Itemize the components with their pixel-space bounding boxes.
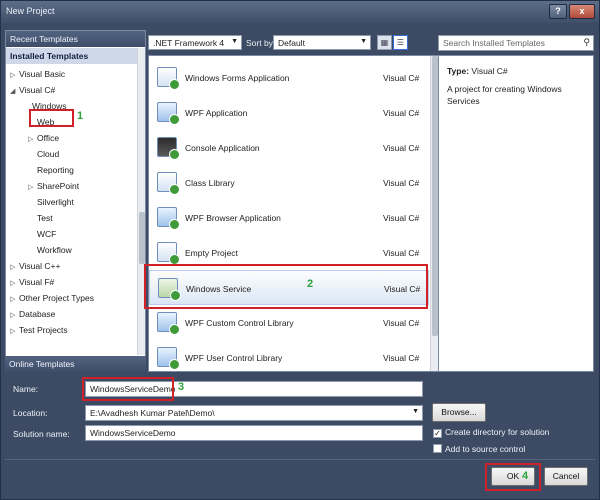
title-bar[interactable]: New Project ? x <box>1 1 599 23</box>
sort-dropdown[interactable]: Default ▼ <box>273 35 371 50</box>
template-row-class-library[interactable]: Class Library Visual C# <box>149 165 429 200</box>
chevron-down-icon: ▼ <box>360 38 367 45</box>
create-directory-checkbox[interactable]: ✓ Create directory for solution <box>433 427 549 438</box>
annotation-box-windows <box>29 109 74 127</box>
annotation-box-ok <box>485 463 541 491</box>
annotation-step-3: 3 <box>178 381 185 393</box>
tree-item-visual-fsharp[interactable]: ▷ Visual F# <box>10 274 54 290</box>
medium-icons-view-icon[interactable]: ▦ <box>377 35 392 50</box>
location-label: Location: <box>13 408 48 418</box>
tree-item-test[interactable]: Test <box>37 210 53 226</box>
search-icon[interactable]: ⚲ <box>583 37 590 48</box>
console-application-icon <box>157 137 180 160</box>
cancel-button[interactable]: Cancel <box>544 467 588 486</box>
tree-item-silverlight[interactable]: Silverlight <box>37 194 74 210</box>
tree-item-wcf[interactable]: WCF <box>37 226 56 242</box>
solution-name-input[interactable]: WindowsServiceDemo <box>85 425 423 441</box>
scrollbar-thumb[interactable] <box>139 212 145 264</box>
annotation-step-4: 4 <box>522 470 529 482</box>
search-input[interactable]: Search Installed Templates ⚲ <box>438 35 594 51</box>
template-row-wpf-user-control-library[interactable]: WPF User Control Library Visual C# <box>149 340 429 375</box>
chevron-down-icon: ▼ <box>231 38 238 45</box>
window-title: New Project <box>6 6 55 16</box>
name-label: Name: <box>13 384 39 394</box>
template-list: Windows Forms Application Visual C# WPF … <box>148 55 438 372</box>
solution-name-label: Solution name: <box>13 429 70 439</box>
annotation-step-2: 2 <box>307 278 314 290</box>
template-row-wpf-browser-application[interactable]: WPF Browser Application Visual C# <box>149 200 429 235</box>
class-library-icon <box>157 172 180 195</box>
template-description: A project for creating Windows Services <box>447 84 562 106</box>
template-row-windows-forms[interactable]: Windows Forms Application Visual C# <box>149 60 429 95</box>
template-row-wpf-application[interactable]: WPF Application Visual C# <box>149 95 429 130</box>
annotation-step-1: 1 <box>77 110 84 122</box>
checkbox-checked-icon[interactable]: ✓ <box>433 429 442 438</box>
template-type: Type: Visual C# <box>447 66 508 76</box>
checkbox-icon[interactable] <box>433 444 442 453</box>
wpf-custom-control-icon <box>157 312 180 335</box>
wpf-browser-application-icon <box>157 207 180 230</box>
list-view-icon[interactable]: ☰ <box>393 35 408 50</box>
tree-item-other-project-types[interactable]: ▷ Other Project Types <box>10 290 94 306</box>
recent-templates-header[interactable]: Recent Templates <box>6 31 145 47</box>
tree-item-database[interactable]: ▷ Database <box>10 306 55 322</box>
windows-forms-icon <box>157 67 180 90</box>
framework-dropdown[interactable]: .NET Framework 4 ▼ <box>148 35 242 50</box>
annotation-box-windows-service <box>144 264 428 309</box>
template-info-panel: Type: Visual C# A project for creating W… <box>438 55 594 372</box>
location-input[interactable]: E:\Avadhesh Kumar Patel\Demo\ ▼ <box>85 405 423 421</box>
tree-item-cloud[interactable]: Cloud <box>37 146 59 162</box>
tree-item-visual-csharp[interactable]: ◢ Visual C# <box>10 82 55 98</box>
footer-divider <box>5 459 595 460</box>
online-templates-header[interactable]: Online Templates <box>5 356 146 372</box>
template-list-scrollbar[interactable] <box>430 56 438 371</box>
new-project-dialog: New Project ? x Recent Templates Install… <box>0 0 600 500</box>
template-row-wpf-custom-control-library[interactable]: WPF Custom Control Library Visual C# <box>149 305 429 340</box>
empty-project-icon <box>157 242 180 265</box>
close-button[interactable]: x <box>569 4 595 19</box>
chevron-down-icon[interactable]: ▼ <box>412 408 419 415</box>
browse-button[interactable]: Browse... <box>432 403 486 422</box>
help-button[interactable]: ? <box>549 4 567 19</box>
tree-item-office[interactable]: ▷ Office <box>28 130 59 146</box>
tree-item-sharepoint[interactable]: ▷ SharePoint <box>28 178 79 194</box>
tree-item-visual-cpp[interactable]: ▷ Visual C++ <box>10 258 60 274</box>
add-source-control-checkbox[interactable]: Add to source control <box>433 444 525 454</box>
wpf-user-control-icon <box>157 347 180 370</box>
annotation-box-name <box>82 377 174 401</box>
template-categories-panel: Recent Templates Installed Templates ▷ Vi… <box>5 30 146 372</box>
tree-item-visual-basic[interactable]: ▷ Visual Basic <box>10 66 65 82</box>
tree-item-workflow[interactable]: Workflow <box>37 242 72 258</box>
tree-item-test-projects[interactable]: ▷ Test Projects <box>10 322 68 338</box>
template-row-console-application[interactable]: Console Application Visual C# <box>149 130 429 165</box>
installed-templates-header[interactable]: Installed Templates <box>6 48 137 64</box>
wpf-application-icon <box>157 102 180 125</box>
sort-by-label: Sort by: <box>246 38 276 48</box>
tree-item-reporting[interactable]: Reporting <box>37 162 74 178</box>
